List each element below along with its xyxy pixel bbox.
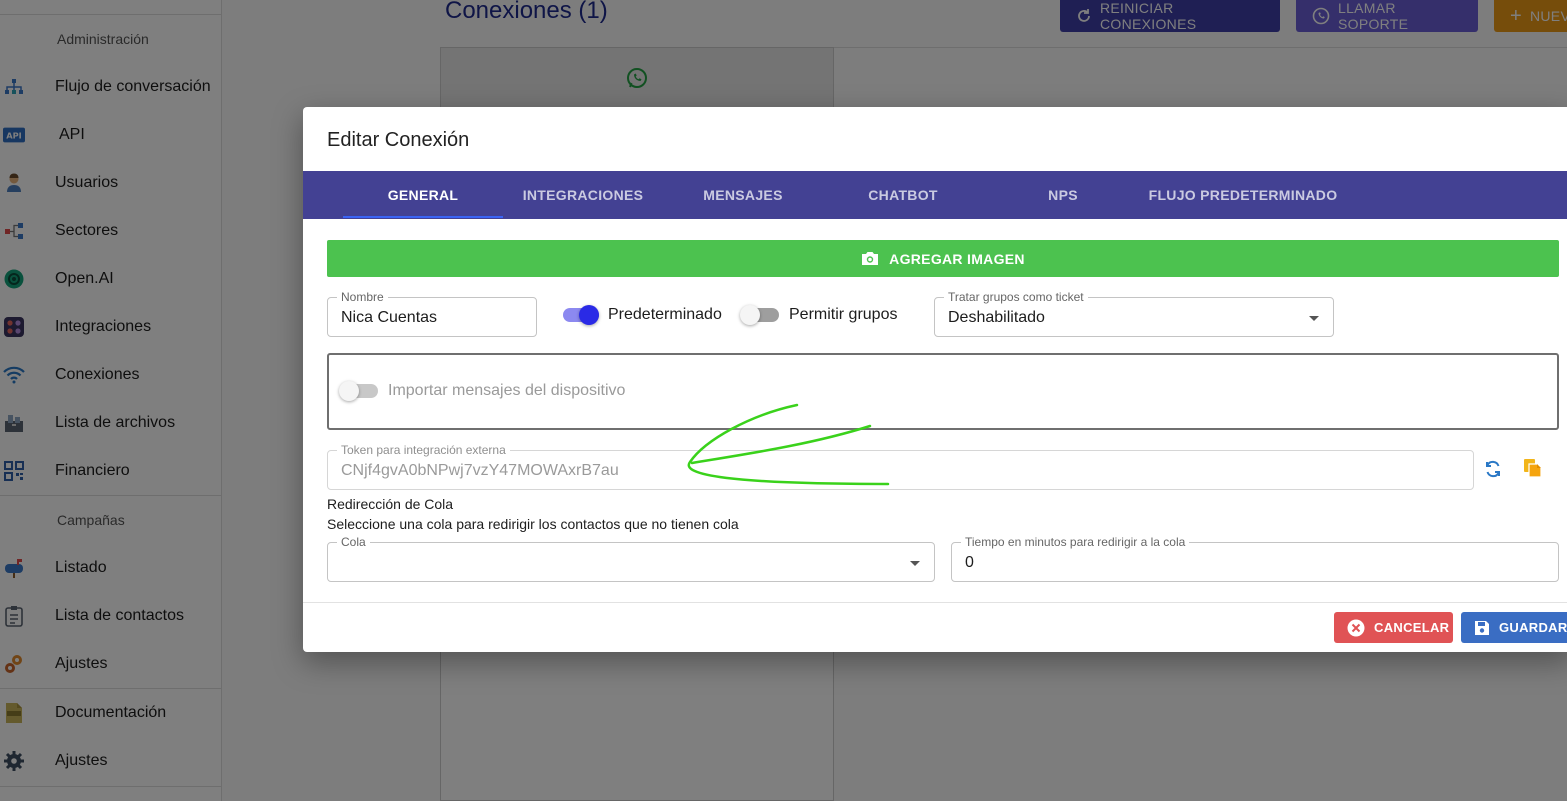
tab-general[interactable]: GENERAL <box>343 171 503 219</box>
chevron-down-icon <box>910 561 920 566</box>
redirect-minutes-label: Tiempo en minutos para redirigir a la co… <box>961 535 1190 549</box>
dialog-footer-divider <box>303 602 1567 603</box>
token-field[interactable]: Token para integración externa CNjf4gvA0… <box>327 443 1474 490</box>
button-label: GUARDAR <box>1499 620 1567 635</box>
tab-default-flow[interactable]: FLUJO PREDETERMINADO <box>1143 171 1343 219</box>
allow-groups-label: Permitir grupos <box>789 306 898 323</box>
name-field-label: Nombre <box>337 290 388 304</box>
regenerate-token-icon[interactable] <box>1483 459 1503 479</box>
switch-knob <box>339 381 359 401</box>
groups-as-ticket-select[interactable]: Tratar grupos como ticket Deshabilitado <box>934 290 1334 337</box>
groups-as-ticket-label: Tratar grupos como ticket <box>944 290 1088 304</box>
chevron-down-icon <box>1309 316 1319 321</box>
tab-integrations[interactable]: INTEGRACIONES <box>503 171 663 219</box>
save-icon <box>1474 620 1490 636</box>
switch-knob <box>740 305 760 325</box>
active-tab-indicator <box>343 216 503 218</box>
import-messages-box: Importar mensajes del dispositivo <box>327 353 1559 430</box>
redirect-minutes-field[interactable]: Tiempo en minutos para redirigir a la co… <box>951 535 1559 582</box>
tab-chatbot[interactable]: CHATBOT <box>823 171 983 219</box>
camera-icon <box>861 251 879 266</box>
button-label: AGREGAR IMAGEN <box>889 250 1025 267</box>
groups-as-ticket-value: Deshabilitado <box>948 309 1045 326</box>
tab-bar: GENERAL INTEGRACIONES MENSAJES CHATBOT N… <box>303 171 1567 219</box>
tab-messages[interactable]: MENSAJES <box>663 171 823 219</box>
queue-select[interactable]: Cola <box>327 535 935 582</box>
token-field-label: Token para integración externa <box>337 443 510 457</box>
redirect-heading: Redirección de Cola <box>327 496 454 512</box>
save-button[interactable]: GUARDAR <box>1461 612 1567 643</box>
redirect-minutes-value[interactable]: 0 <box>965 554 974 572</box>
default-switch[interactable] <box>563 305 599 325</box>
redirect-description: Seleccione una cola para redirigir los c… <box>327 516 739 532</box>
tab-nps[interactable]: NPS <box>983 171 1143 219</box>
dialog-title: Editar Conexión <box>327 129 470 151</box>
allow-groups-switch[interactable] <box>740 305 779 325</box>
button-label: CANCELAR <box>1374 620 1450 635</box>
queue-select-label: Cola <box>337 535 370 549</box>
copy-token-icon[interactable] <box>1523 458 1542 478</box>
name-field[interactable]: Nombre Nica Cuentas <box>327 290 537 337</box>
import-messages-label: Importar mensajes del dispositivo <box>388 382 626 399</box>
cancel-button[interactable]: CANCELAR <box>1334 612 1453 643</box>
edit-connection-dialog: Editar Conexión GENERAL INTEGRACIONES ME… <box>303 107 1567 652</box>
add-image-button[interactable]: AGREGAR IMAGEN <box>327 240 1559 277</box>
default-switch-label: Predeterminado <box>608 306 722 323</box>
name-field-value[interactable]: Nica Cuentas <box>341 309 437 327</box>
import-messages-switch[interactable] <box>339 381 378 401</box>
switch-knob <box>579 305 599 325</box>
cancel-circle-icon <box>1347 619 1365 637</box>
token-field-value: CNjf4gvA0bNPwj7vzY47MOWAxrB7au <box>341 462 619 479</box>
